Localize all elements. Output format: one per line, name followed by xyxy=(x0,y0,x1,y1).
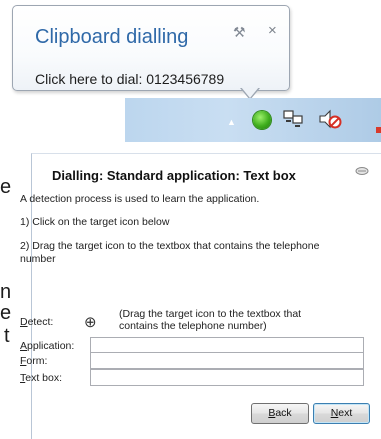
show-hidden-icons-arrow-icon[interactable]: ▲ xyxy=(227,117,236,127)
system-tray: ▲ xyxy=(125,98,381,142)
form-label: Form: xyxy=(20,355,48,367)
dialling-app-icon[interactable] xyxy=(253,111,271,129)
target-crosshair-icon[interactable]: ⊕ xyxy=(84,313,97,331)
close-icon[interactable]: × xyxy=(268,22,277,39)
next-button[interactable]: Next xyxy=(313,403,370,424)
detect-hint-text: (Drag the target icon to the textbox tha… xyxy=(119,308,302,332)
step-2-text: 2) Drag the target icon to the textbox t… xyxy=(20,240,320,265)
intro-text: A detection process is used to learn the… xyxy=(20,193,260,205)
application-label: Application: xyxy=(20,340,75,352)
balloon-title: Clipboard dialling xyxy=(35,26,189,48)
form-field[interactable] xyxy=(90,352,364,369)
taskbar-edge-marker xyxy=(376,127,381,133)
dial-message-link[interactable]: Click here to dial: 0123456789 xyxy=(35,71,224,87)
edge-text-3: e xyxy=(0,302,12,324)
wrench-icon[interactable]: ⚒ xyxy=(233,24,246,41)
dialog-title: Dialling: Standard application: Text box xyxy=(52,168,296,183)
text-box-label: Text box: xyxy=(20,372,63,384)
volume-muted-icon[interactable] xyxy=(318,108,342,130)
edge-text-1: e xyxy=(0,176,12,198)
detect-label: Detect: xyxy=(20,316,54,328)
dialog-title-icon xyxy=(355,167,369,175)
balloon-tail-fill xyxy=(241,87,259,98)
network-icon[interactable] xyxy=(282,108,304,130)
edge-text-2: n xyxy=(0,281,12,303)
text-box-field[interactable] xyxy=(90,369,364,386)
edge-text-4: t xyxy=(4,325,10,347)
notification-balloon[interactable]: Clipboard dialling ⚒ × Click here to dia… xyxy=(12,5,290,91)
step-1-text: 1) Click on the target icon below xyxy=(20,216,170,228)
back-button[interactable]: Back xyxy=(251,403,309,424)
